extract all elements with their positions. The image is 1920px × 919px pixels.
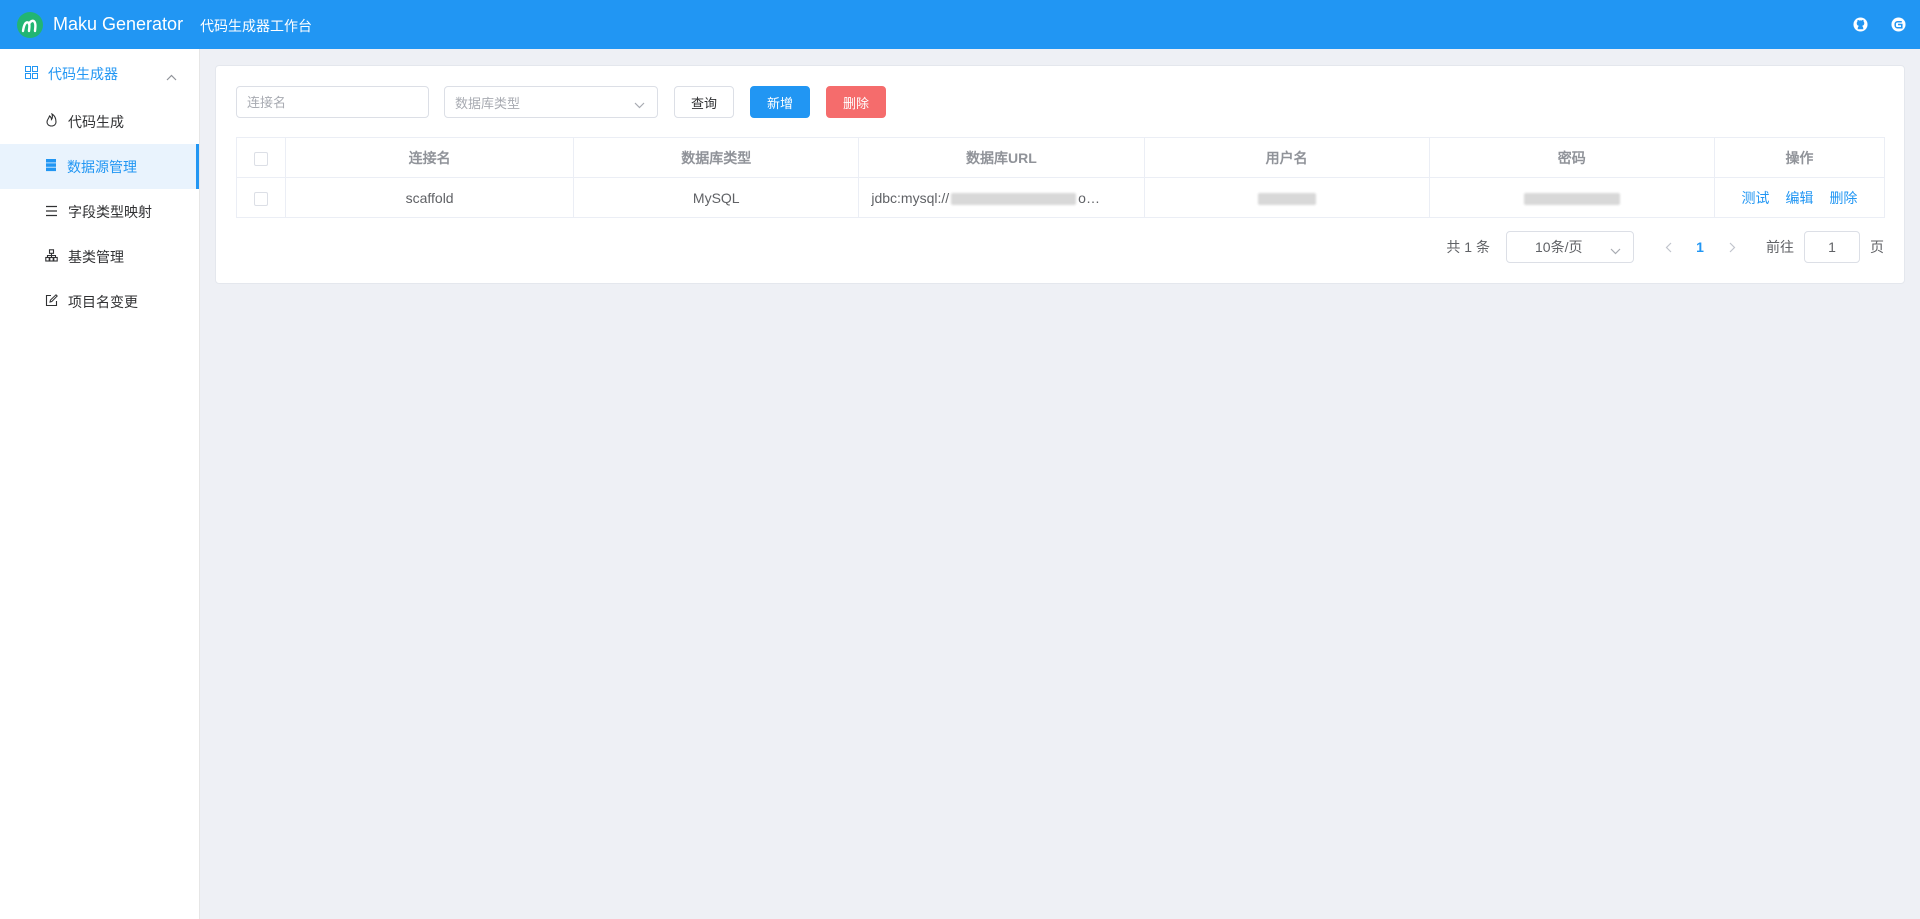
sidebar-group-code-generator[interactable]: 代码生成器 (0, 49, 199, 99)
sidebar-item-base-class[interactable]: 基类管理 (0, 234, 199, 279)
delete-link[interactable]: 删除 (1829, 190, 1857, 206)
sidebar-item-label: 项目名变更 (68, 293, 138, 310)
redacted-username (1257, 192, 1316, 205)
page-size-select[interactable]: 10条/页 (1506, 231, 1634, 263)
chevron-down-icon (1610, 242, 1621, 258)
row-checkbox[interactable] (254, 191, 268, 206)
select-all-cell (235, 137, 287, 178)
github-icon[interactable] (1852, 17, 1868, 33)
url-prefix: jdbc:mysql:// (871, 189, 950, 206)
add-button[interactable]: 新增 (750, 86, 810, 118)
grid-icon (25, 66, 38, 82)
pagination: 共 1 条 10条/页 1 前往 页 (1446, 231, 1884, 263)
sidebar-item-field-type[interactable]: 字段类型映射 (0, 189, 199, 234)
maku-logo-icon (17, 11, 43, 38)
goto-label: 前往 (1766, 239, 1794, 255)
column-header: 操作 (1713, 137, 1886, 178)
table-row: scaffold MySQL jdbc:mysql:// o… 测试 编辑 删除 (235, 177, 1886, 218)
column-header: 密码 (1428, 137, 1715, 178)
chevron-up-icon (166, 68, 177, 84)
chevron-down-icon (634, 97, 645, 112)
test-link[interactable]: 测试 (1741, 190, 1769, 206)
page-number[interactable]: 1 (1684, 239, 1716, 255)
sidebar: 代码生成器 代码生成 数据源管理 字段类型映射 基类管理 项目名变更 (0, 49, 200, 919)
query-button[interactable]: 查询 (674, 86, 734, 118)
sidebar-item-code-gen[interactable]: 代码生成 (0, 99, 199, 144)
table-header-row: 连接名 数据库类型 数据库URL 用户名 密码 操作 (235, 137, 1886, 178)
cell-connection-name: scaffold (285, 177, 575, 218)
db-type-select[interactable]: 数据库类型 (444, 86, 658, 118)
next-page-icon[interactable] (1716, 242, 1748, 253)
list-icon (45, 204, 58, 220)
row-select-cell (235, 177, 287, 218)
flame-icon (45, 112, 58, 130)
connection-name-input[interactable] (236, 86, 429, 118)
column-header: 用户名 (1143, 137, 1430, 178)
column-header: 数据库URL (858, 137, 1145, 178)
app-name: Maku Generator (53, 14, 184, 34)
top-header: Maku Generator 代码生成器工作台 (0, 0, 1920, 49)
select-all-checkbox[interactable] (254, 151, 268, 166)
cell-username (1143, 177, 1430, 218)
cell-password (1428, 177, 1715, 218)
datasource-card: 数据库类型 查询 新增 删除 连接名 数据库类型 数据库URL 用户名 密码 操… (215, 65, 1905, 284)
prev-page-icon[interactable] (1652, 242, 1684, 253)
hierarchy-icon (45, 248, 58, 265)
column-header: 数据库类型 (573, 137, 860, 178)
cell-actions: 测试 编辑 删除 (1713, 177, 1886, 218)
goto-page-input[interactable] (1804, 231, 1860, 263)
redacted-url (951, 192, 1077, 205)
page-size-value: 10条/页 (1535, 239, 1583, 255)
delete-button[interactable]: 删除 (826, 86, 886, 118)
datasource-table: 连接名 数据库类型 数据库URL 用户名 密码 操作 scaffold MySQ… (235, 137, 1886, 218)
gitee-icon[interactable] (1890, 17, 1906, 33)
sidebar-item-label: 基类管理 (68, 248, 124, 265)
total-count: 共 1 条 (1446, 239, 1490, 255)
sidebar-item-project-rename[interactable]: 项目名变更 (0, 279, 199, 324)
database-icon (45, 158, 57, 175)
edit-link[interactable]: 编辑 (1785, 190, 1813, 206)
sidebar-group-label: 代码生成器 (48, 66, 118, 82)
sidebar-item-label: 代码生成 (68, 113, 124, 130)
cell-db-url: jdbc:mysql:// o… (858, 177, 1145, 218)
app-subtitle: 代码生成器工作台 (200, 17, 313, 34)
db-type-placeholder: 数据库类型 (455, 95, 521, 111)
column-header: 连接名 (285, 137, 575, 178)
edit-icon (45, 293, 58, 310)
url-suffix: o… (1078, 189, 1100, 206)
redacted-password (1523, 192, 1620, 205)
sidebar-item-label: 字段类型映射 (68, 203, 152, 220)
sidebar-item-label: 数据源管理 (67, 158, 137, 175)
sidebar-item-datasource[interactable]: 数据源管理 (0, 144, 199, 189)
cell-db-type: MySQL (573, 177, 860, 218)
page-unit-label: 页 (1870, 239, 1884, 255)
